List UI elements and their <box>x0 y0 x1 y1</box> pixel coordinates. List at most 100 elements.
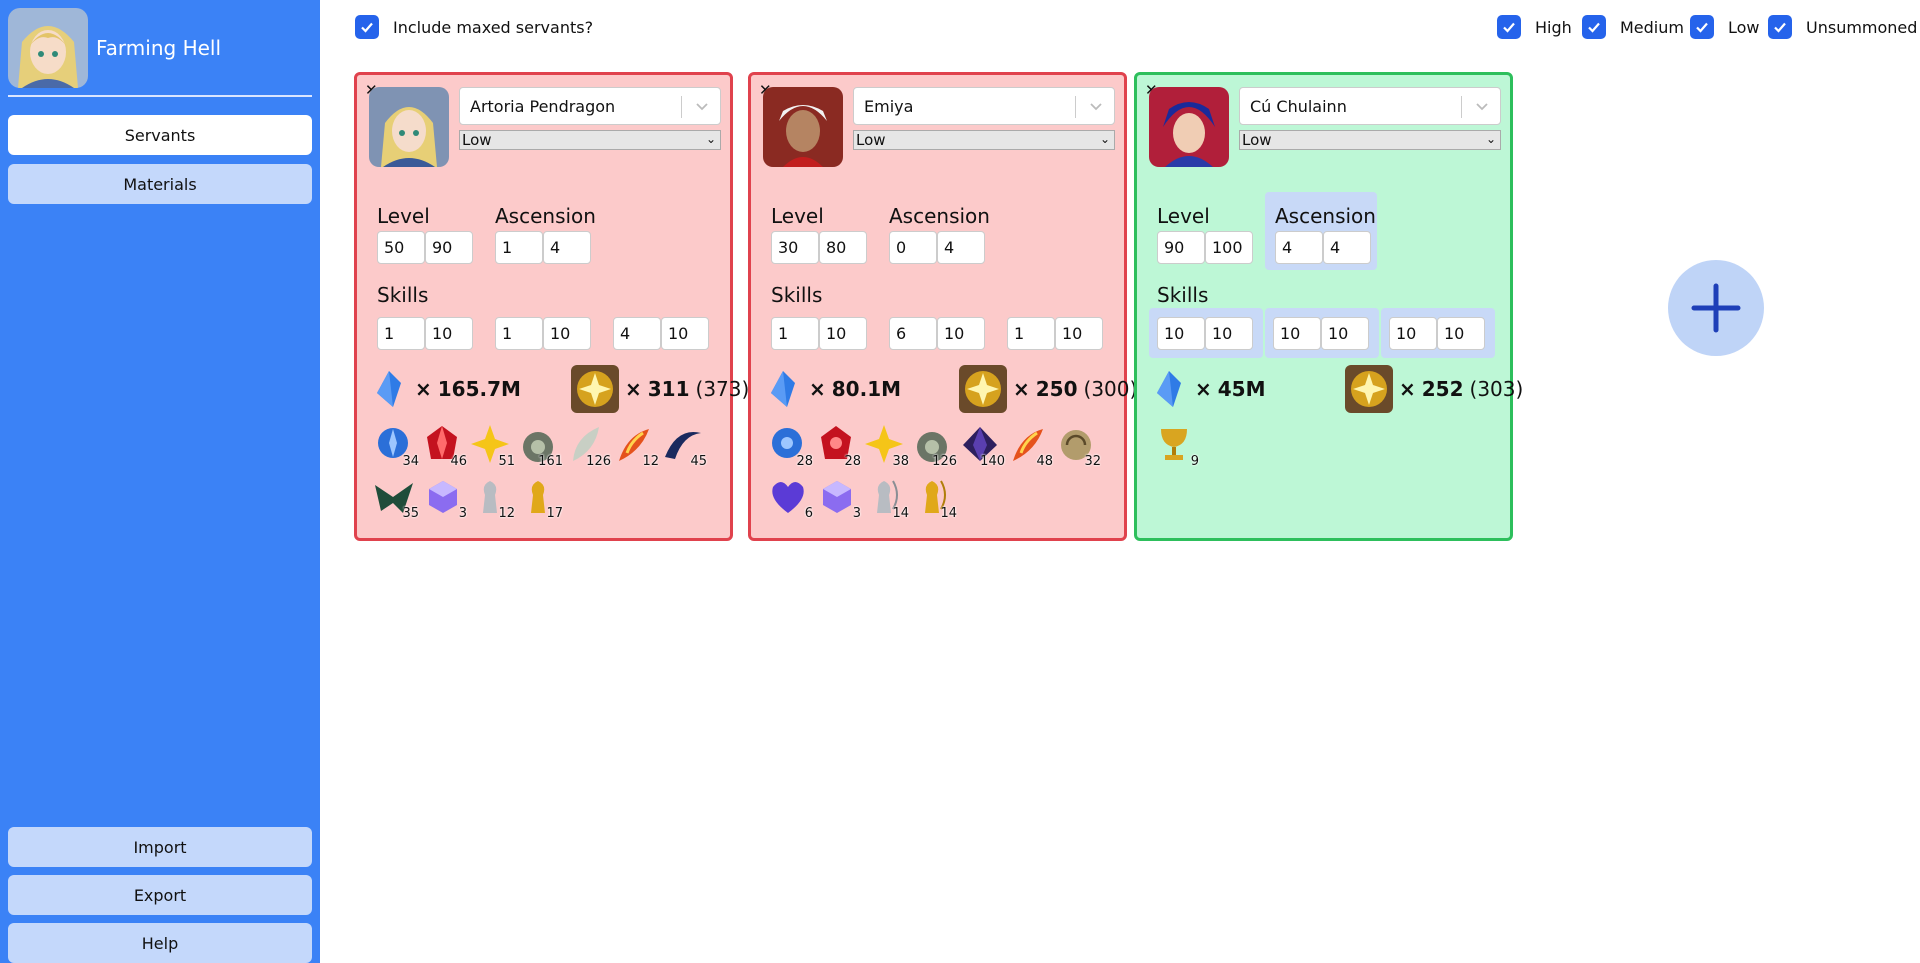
skill-current-input[interactable]: 10 <box>1273 317 1321 350</box>
skill-fields: 6 10 <box>889 317 985 350</box>
checkbox-checked-icon[interactable] <box>1497 15 1521 39</box>
skill-fields: 10 10 <box>1389 317 1485 350</box>
checkbox-checked-icon[interactable] <box>355 15 379 39</box>
level-fields: 50 90 <box>377 231 473 264</box>
material-item: 126 <box>911 423 957 469</box>
servant-name: Cú Chulainn <box>1250 96 1347 116</box>
qp-crystal-icon <box>771 371 795 407</box>
material-count: 32 <box>1084 454 1101 469</box>
skill-current-input[interactable]: 4 <box>613 317 661 350</box>
nav-materials-button[interactable]: Materials <box>8 164 312 204</box>
ascension-label: Ascension <box>1275 204 1376 228</box>
qp-multiplier: × <box>809 377 826 401</box>
skill-current-input[interactable]: 10 <box>1157 317 1205 350</box>
ascension-target-input[interactable]: 4 <box>543 231 591 264</box>
skill-current-input[interactable]: 10 <box>1389 317 1437 350</box>
ascension-fields: 1 4 <box>495 231 591 264</box>
chevron-down-icon[interactable] <box>1474 98 1490 118</box>
servant-name-select[interactable]: Emiya <box>853 87 1115 125</box>
level-current-input[interactable]: 30 <box>771 231 819 264</box>
material-count: 3 <box>458 506 467 521</box>
skill-current-input[interactable]: 6 <box>889 317 937 350</box>
level-target-input[interactable]: 100 <box>1205 231 1253 264</box>
skill-target-input[interactable]: 10 <box>1437 317 1485 350</box>
skill-target-input[interactable]: 10 <box>819 317 867 350</box>
checkbox-checked-icon[interactable] <box>1768 15 1792 39</box>
help-button[interactable]: Help <box>8 923 312 963</box>
servant-avatar <box>1149 87 1229 167</box>
crystal-cube-icon <box>429 481 457 513</box>
checkbox-checked-icon[interactable] <box>1582 15 1606 39</box>
app-logo <box>8 8 88 88</box>
skill-fields: 10 10 <box>1157 317 1253 350</box>
chevron-down-icon: ⌄ <box>1485 132 1496 146</box>
skill-target-input[interactable]: 10 <box>937 317 985 350</box>
qp-cost: × 165.7M <box>369 369 521 409</box>
filter-high-checkbox[interactable]: High <box>1497 15 1572 39</box>
import-button[interactable]: Import <box>8 827 312 867</box>
material-item: 9 <box>1153 423 1199 469</box>
filter-unsummoned-label: Unsummoned <box>1806 17 1918 37</box>
sidebar-divider <box>8 95 312 97</box>
skill-target-input[interactable]: 10 <box>425 317 473 350</box>
add-servant-button[interactable] <box>1668 260 1764 356</box>
material-count: 28 <box>796 454 813 469</box>
material-item: 14 <box>911 475 957 521</box>
chevron-down-icon[interactable] <box>694 98 710 118</box>
material-count: 45 <box>690 454 707 469</box>
ascension-current-input[interactable]: 4 <box>1275 231 1323 264</box>
filter-medium-checkbox[interactable]: Medium <box>1582 15 1684 39</box>
material-count: 140 <box>980 454 1005 469</box>
level-current-input[interactable]: 50 <box>377 231 425 264</box>
ascension-current-input[interactable]: 1 <box>495 231 543 264</box>
ascension-current-input[interactable]: 0 <box>889 231 937 264</box>
level-target-input[interactable]: 90 <box>425 231 473 264</box>
nav-servants-button[interactable]: Servants <box>8 115 312 155</box>
chevron-down-icon[interactable] <box>1088 98 1104 118</box>
level-label: Level <box>377 204 430 228</box>
skill-current-input[interactable]: 1 <box>495 317 543 350</box>
rare-material-cost: × 252 (303) <box>1345 365 1523 413</box>
ascension-label: Ascension <box>495 204 596 228</box>
priority-select[interactable]: Low ⌄ <box>853 130 1115 150</box>
skill-target-input[interactable]: 10 <box>661 317 709 350</box>
skill-current-input[interactable]: 1 <box>771 317 819 350</box>
material-count: 12 <box>498 506 515 521</box>
material-item: 48 <box>1007 423 1053 469</box>
material-item: 28 <box>815 423 861 469</box>
level-fields: 90 100 <box>1157 231 1253 264</box>
sidebar: Farming Hell Servants Materials Import E… <box>0 0 320 963</box>
level-current-input[interactable]: 90 <box>1157 231 1205 264</box>
qp-multiplier: × <box>415 377 432 401</box>
crystal-cube-icon <box>823 481 851 513</box>
include-maxed-checkbox[interactable]: Include maxed servants? <box>355 15 593 39</box>
brand: Farming Hell <box>8 8 221 88</box>
level-target-input[interactable]: 80 <box>819 231 867 264</box>
filter-unsummoned-checkbox[interactable]: Unsummoned <box>1768 15 1917 39</box>
material-count: 9 <box>1190 454 1199 469</box>
servant-name-select[interactable]: Artoria Pendragon <box>459 87 721 125</box>
priority-select[interactable]: Low ⌄ <box>1239 130 1501 150</box>
qp-cost: × 80.1M <box>763 369 901 409</box>
priority-select[interactable]: Low ⌄ <box>459 130 721 150</box>
export-button[interactable]: Export <box>8 875 312 915</box>
material-count: 48 <box>1036 454 1053 469</box>
rare-multiplier: × <box>625 377 642 401</box>
ascension-target-input[interactable]: 4 <box>1323 231 1371 264</box>
skill-target-input[interactable]: 10 <box>1205 317 1253 350</box>
filter-low-checkbox[interactable]: Low <box>1690 15 1760 39</box>
material-item: 17 <box>517 475 563 521</box>
checkbox-checked-icon[interactable] <box>1690 15 1714 39</box>
material-item: 161 <box>517 423 563 469</box>
rare-material-cost: × 311 (373) <box>571 365 749 413</box>
skill-target-input[interactable]: 10 <box>1055 317 1103 350</box>
rare-multiplier: × <box>1399 377 1416 401</box>
ascension-target-input[interactable]: 4 <box>937 231 985 264</box>
skill-current-input[interactable]: 1 <box>1007 317 1055 350</box>
rare-multiplier: × <box>1013 377 1030 401</box>
skill-target-input[interactable]: 10 <box>1321 317 1369 350</box>
skill-current-input[interactable]: 1 <box>377 317 425 350</box>
servant-name-select[interactable]: Cú Chulainn <box>1239 87 1501 125</box>
skill-target-input[interactable]: 10 <box>543 317 591 350</box>
rare-count: 252 <box>1421 377 1464 401</box>
